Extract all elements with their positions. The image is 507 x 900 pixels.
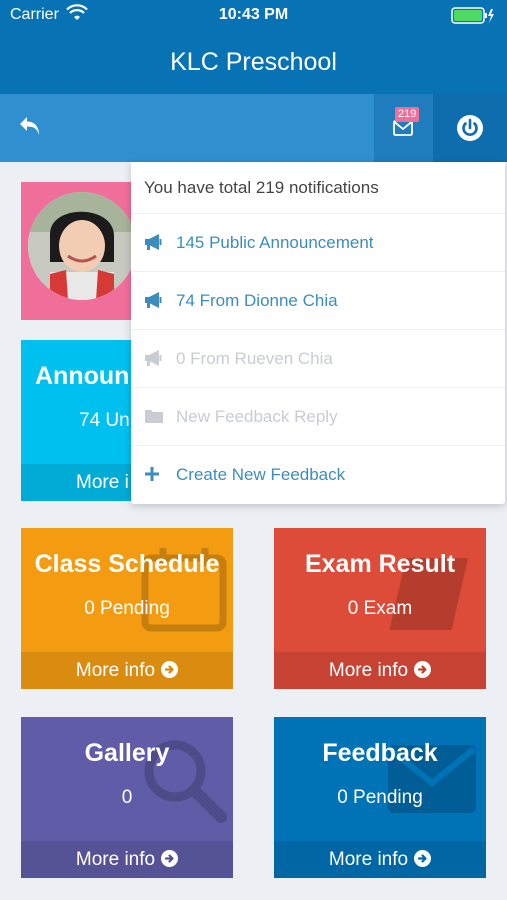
create-feedback-item[interactable]: Create New Feedback: [131, 446, 505, 504]
reply-icon: [20, 117, 39, 135]
status-time: 10:43 PM: [218, 6, 289, 23]
notifications-header: You have total 219 notifications: [131, 162, 505, 214]
more-info-label: More info: [328, 849, 409, 870]
more-info-link[interactable]: More info: [274, 652, 486, 689]
profile-card[interactable]: [21, 182, 141, 320]
tile-subtitle: 0 Exam: [347, 598, 413, 619]
notifications-button[interactable]: 219: [374, 94, 433, 162]
arrow-circle-right-icon: [161, 661, 179, 678]
gallery-tile[interactable]: Gallery 0 More info: [21, 717, 233, 878]
tile-subtitle: 0 Pending: [84, 598, 170, 619]
feedback-tile[interactable]: Feedback 0 Pending More info: [274, 717, 486, 878]
logout-button[interactable]: [433, 94, 507, 162]
notification-label: 74 From Dionne Chia: [176, 291, 338, 310]
avatar: [28, 192, 136, 300]
more-info-link[interactable]: More info: [21, 652, 233, 689]
more-info-link[interactable]: More info: [21, 841, 233, 878]
app-title: KLC Preschool: [0, 32, 507, 94]
status-bar: Carrier 10:43 PM: [0, 0, 507, 32]
class-schedule-tile[interactable]: Class Schedule 0 Pending More info: [21, 528, 233, 689]
tile-title: Exam Result: [304, 550, 456, 578]
arrow-circle-right-icon: [161, 850, 179, 867]
more-info-link[interactable]: More info: [274, 841, 486, 878]
notification-item-public-announcement[interactable]: 145 Public Announcement: [131, 214, 505, 272]
notification-item-rueven-chia[interactable]: 0 From Rueven Chia: [131, 330, 505, 388]
folder-icon: [144, 390, 164, 448]
arrow-circle-right-icon: [414, 661, 432, 678]
notification-badge: 219: [395, 107, 420, 122]
more-info-label: More i: [76, 472, 129, 493]
envelope-icon: [393, 120, 413, 136]
notification-item-feedback-reply[interactable]: New Feedback Reply: [131, 388, 505, 446]
more-info-label: More info: [75, 660, 156, 681]
notification-item-dionne-chia[interactable]: 74 From Dionne Chia: [131, 272, 505, 330]
tile-title: Class Schedule: [34, 550, 220, 578]
bullhorn-icon: [144, 274, 164, 332]
notification-label: Create New Feedback: [176, 465, 346, 484]
more-info-label: More info: [75, 849, 156, 870]
notifications-dropdown: You have total 219 notifications 145 Pub…: [131, 162, 505, 504]
plus-icon: [144, 448, 164, 506]
notification-label: 0 From Rueven Chia: [176, 349, 333, 368]
back-button[interactable]: [18, 114, 46, 142]
toolbar: 219: [0, 94, 507, 162]
notification-label: 145 Public Announcement: [176, 233, 374, 252]
exam-result-tile[interactable]: Exam Result 0 Exam More info: [274, 528, 486, 689]
arrow-circle-right-icon: [414, 850, 432, 867]
battery-icon: [451, 7, 495, 30]
tile-title: Gallery: [84, 739, 170, 767]
notification-label: New Feedback Reply: [176, 407, 338, 426]
bullhorn-icon: [144, 216, 164, 274]
tile-subtitle: 0 Pending: [337, 787, 423, 808]
tile-subtitle: 0: [121, 787, 133, 808]
tile-title: Feedback: [322, 739, 438, 767]
power-icon: [457, 115, 483, 141]
bullhorn-icon: [144, 332, 164, 390]
more-info-label: More info: [328, 660, 409, 681]
